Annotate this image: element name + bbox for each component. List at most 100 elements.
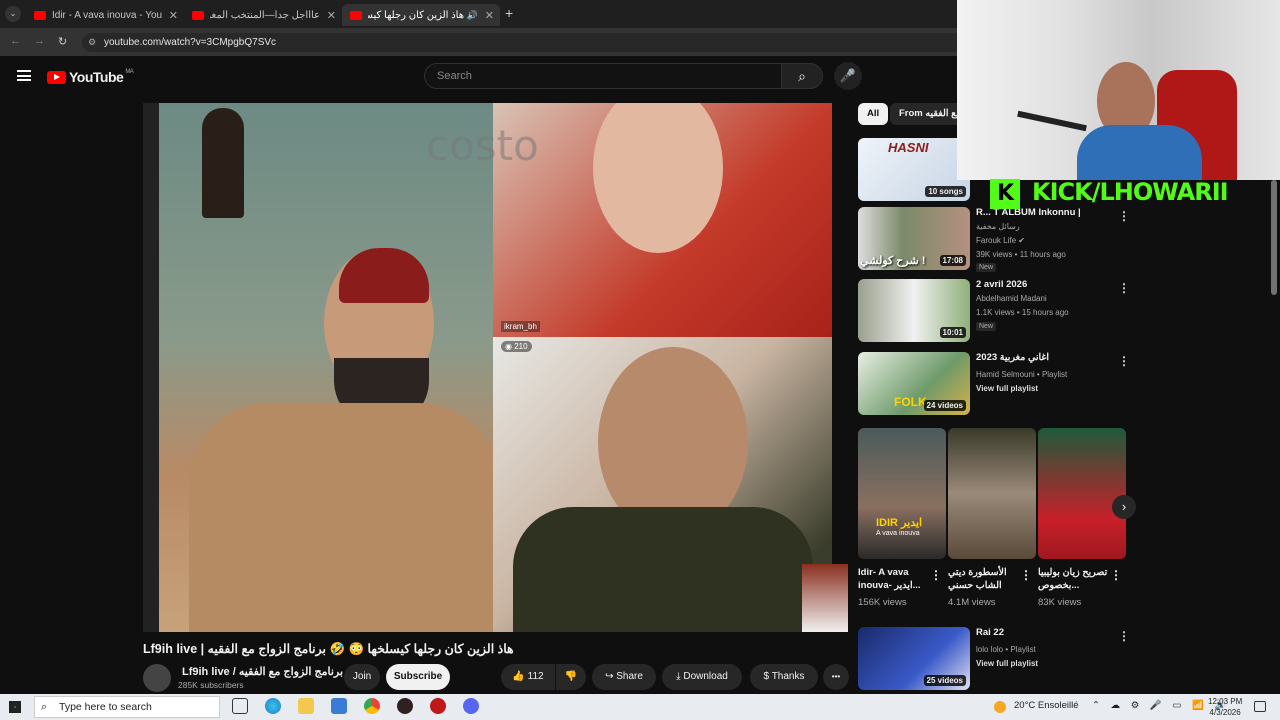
- recommendation-item[interactable]: 10:01 2 avril 2026 Abdelhamid Madani 1.1…: [858, 279, 1130, 344]
- search-button[interactable]: ⌕: [781, 63, 823, 89]
- site-info-icon[interactable]: ⚙: [88, 33, 96, 52]
- page-scrollbar[interactable]: [1271, 180, 1277, 295]
- shelf-title[interactable]: الأسطورة ديتي الشاب حسني: [948, 566, 1024, 592]
- shelf-views: 83K views: [1038, 597, 1082, 608]
- voice-search-button[interactable]: 🎤: [834, 62, 862, 90]
- thumbnail-text: IDIR ايدير: [876, 517, 923, 529]
- shelf-thumbnail[interactable]: [1038, 428, 1126, 559]
- app-icon[interactable]: [430, 698, 446, 714]
- windows-start-icon[interactable]: [9, 701, 21, 713]
- subscribe-button[interactable]: Subscribe: [386, 664, 450, 690]
- view-full-playlist-link[interactable]: View full playlist: [976, 659, 1038, 668]
- view-full-playlist-link[interactable]: View full playlist: [976, 384, 1038, 393]
- channel-name[interactable]: Lf9ih live / برنامج الزواج مع الفقيه ✔: [182, 665, 354, 678]
- obs-icon[interactable]: [397, 698, 413, 714]
- playlist-thumbnail[interactable]: FOLK 24 videos: [858, 352, 970, 415]
- tab-title: هاذ الزين كان رجلها كيسلخها: [368, 9, 464, 21]
- video-thumbnail[interactable]: 10:01: [858, 279, 970, 342]
- reload-icon[interactable]: ↻: [58, 35, 67, 48]
- recommendation-channel[interactable]: lolo lolo • Playlist: [976, 645, 1036, 654]
- logo-text: YouTube: [69, 69, 124, 85]
- discord-icon[interactable]: [463, 698, 479, 714]
- download-label: Download: [683, 671, 728, 682]
- more-vert-icon[interactable]: ⋮: [1118, 629, 1130, 643]
- store-icon[interactable]: [331, 698, 347, 714]
- shelf-thumbnail[interactable]: IDIR ايدير A vava inouva: [858, 428, 946, 559]
- jellaba-image: [189, 403, 499, 632]
- recommendation-item[interactable]: FOLK 24 videos 2023 اغاني مغربية Hamid S…: [858, 352, 1130, 417]
- weather-text[interactable]: 20°C Ensoleillé: [1014, 700, 1079, 711]
- taskbar-search-input[interactable]: ⌕ Type here to search: [34, 696, 220, 718]
- search-input[interactable]: Search: [424, 63, 782, 89]
- channel-watermark-image[interactable]: [802, 564, 848, 632]
- download-button[interactable]: ⤓ Download: [662, 664, 742, 690]
- recommendation-stats: 39K views • 11 hours ago: [976, 250, 1066, 259]
- more-vert-icon[interactable]: ⋮: [1118, 281, 1130, 295]
- recommendation-item[interactable]: 25 videos Rai 22 lolo lolo • Playlist Vi…: [858, 627, 1130, 692]
- chevron-right-icon: ›: [1121, 499, 1127, 514]
- speaker-icon[interactable]: 🔊: [467, 10, 478, 21]
- recommendation-channel[interactable]: Abdelhamid Madani: [976, 294, 1047, 303]
- browser-tab-2[interactable]: عاااجل جدا—المنتخب المغربي و ✕: [184, 4, 342, 26]
- woman-face-image: [593, 103, 723, 253]
- new-tab-button[interactable]: +: [505, 5, 513, 21]
- clock-date: 4/3/2026: [1209, 708, 1241, 717]
- dislike-button[interactable]: 👎: [556, 664, 586, 690]
- menu-icon[interactable]: [17, 70, 31, 81]
- video-watermark: costo: [426, 121, 539, 170]
- recommendation-title[interactable]: 2 avril 2026: [976, 279, 1106, 290]
- recommendation-channel[interactable]: Hamid Selmouni • Playlist: [976, 370, 1067, 379]
- chip-all[interactable]: All: [858, 103, 889, 125]
- more-vert-icon[interactable]: ⋮: [930, 568, 942, 582]
- new-badge: New: [976, 322, 997, 331]
- video-player[interactable]: costo ikram_bh ◉ 210: [143, 103, 832, 632]
- youtube-favicon-icon: [350, 10, 362, 20]
- close-icon[interactable]: ✕: [327, 9, 336, 22]
- browser-tab-3[interactable]: هاذ الزين كان رجلها كيسلخها 🔊 ✕: [342, 4, 500, 26]
- chrome-icon[interactable]: [364, 698, 380, 714]
- playlist-thumbnail[interactable]: HASNI 10 songs: [858, 138, 970, 201]
- more-actions-button[interactable]: •••: [823, 664, 849, 690]
- close-icon[interactable]: ✕: [485, 9, 494, 22]
- task-view-icon[interactable]: [232, 698, 248, 714]
- url-field[interactable]: ⚙ youtube.com/watch?v=3CMpgbQ7SVc: [82, 33, 982, 52]
- more-vert-icon[interactable]: ⋮: [1118, 209, 1130, 223]
- shelf-thumbnail[interactable]: [948, 428, 1036, 559]
- more-vert-icon[interactable]: ⋮: [1118, 354, 1130, 368]
- recommendation-subtitle: رسائل مخفية: [976, 222, 1020, 231]
- close-icon[interactable]: ✕: [169, 9, 178, 22]
- microphone-arm-image: [1017, 110, 1087, 132]
- file-explorer-icon[interactable]: [298, 698, 314, 714]
- notification-icon[interactable]: [1254, 701, 1266, 712]
- taskbar-clock[interactable]: 12:03 PM 4/3/2026: [1208, 696, 1242, 718]
- tab-list-chevron-icon[interactable]: ⌄: [5, 6, 21, 22]
- shelf-title[interactable]: Idir- A vava inouva- ايدير...: [858, 566, 934, 592]
- join-button[interactable]: Join: [344, 664, 380, 690]
- new-badge: New: [976, 263, 997, 272]
- recommendation-title[interactable]: 2023 اغاني مغربية: [976, 352, 1106, 363]
- playlist-thumbnail[interactable]: 25 videos: [858, 627, 970, 690]
- more-vert-icon[interactable]: ⋮: [1020, 568, 1032, 582]
- recommendation-channel[interactable]: Farouk Life ✔: [976, 236, 1025, 245]
- thumbnail-subtext: A vava inouva: [876, 530, 920, 537]
- like-button[interactable]: 👍 112: [501, 664, 555, 690]
- back-arrow-icon[interactable]: ←: [10, 35, 21, 47]
- more-vert-icon[interactable]: ⋮: [1110, 568, 1122, 582]
- thanks-button[interactable]: $ Thanks: [750, 664, 818, 690]
- video-thumbnail[interactable]: شرح كولشي ! 17:08: [858, 207, 970, 270]
- youtube-logo[interactable]: YouTube MA: [47, 69, 134, 85]
- shelf-next-button[interactable]: ›: [1112, 495, 1136, 519]
- recommendation-item[interactable]: شرح كولشي ! 17:08 R... T ALBUM Inkonnu |…: [858, 207, 1130, 272]
- shelf-title[interactable]: تصريح زيان بوليبيا بخصوص...: [1038, 566, 1114, 592]
- browser-tab-1[interactable]: Idir - A vava inouva - YouTube ✕: [26, 4, 184, 26]
- thumbnail-text: HASNI: [888, 140, 929, 155]
- edge-icon[interactable]: [265, 698, 281, 714]
- share-button[interactable]: ↪ Share: [592, 664, 656, 690]
- forward-arrow-icon[interactable]: →: [34, 35, 45, 47]
- download-icon: ⤓: [676, 671, 681, 682]
- video-viewer-count: ◉ 210: [501, 341, 532, 352]
- channel-avatar[interactable]: [143, 664, 171, 692]
- recommendation-title[interactable]: Rai 22: [976, 627, 1106, 638]
- tab-title: عاااجل جدا—المنتخب المغربي و: [210, 9, 320, 21]
- playlist-count-badge: 10 songs: [925, 186, 966, 197]
